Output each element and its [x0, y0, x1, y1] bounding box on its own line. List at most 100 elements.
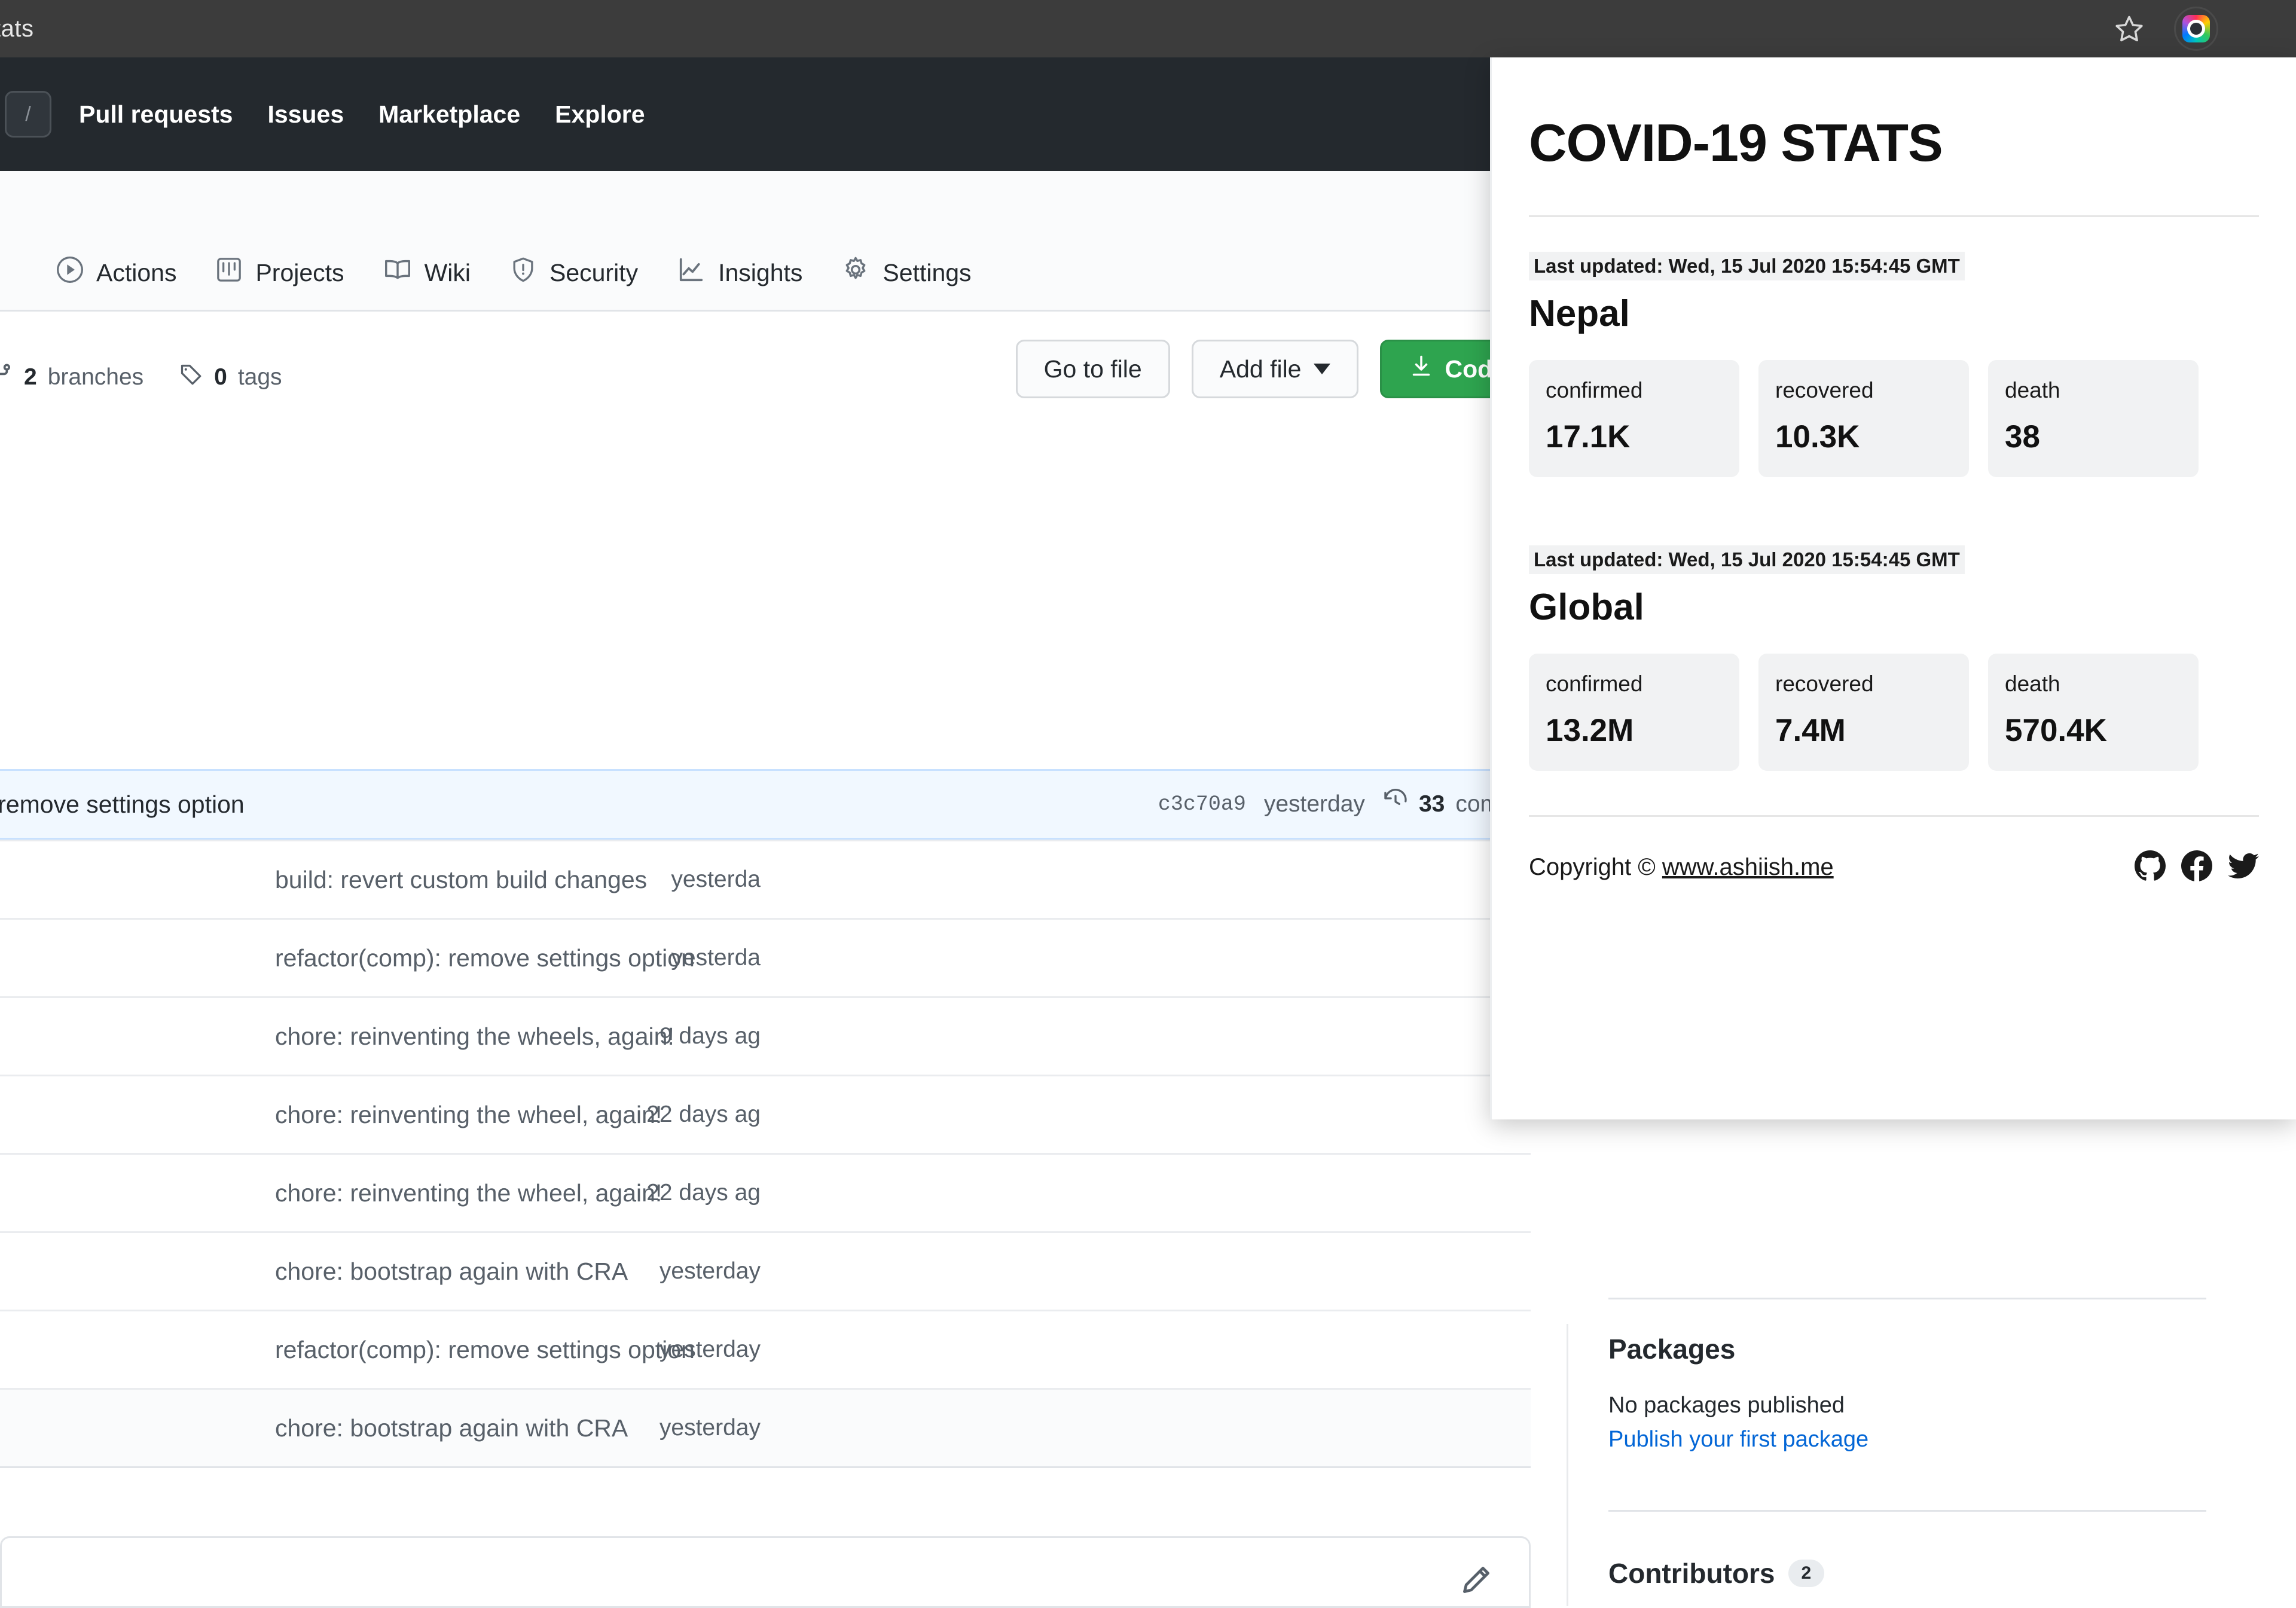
- stat-label: confirmed: [1546, 378, 1643, 402]
- table-row[interactable]: chore: reinventing the wheel, again! 22 …: [0, 1153, 1531, 1231]
- tags-stat[interactable]: 0 tags: [179, 362, 282, 392]
- stat-card-death: death 570.4K: [1988, 654, 2199, 771]
- tab-projects[interactable]: Projects: [216, 257, 344, 289]
- tags-label: tags: [237, 364, 282, 390]
- facebook-icon[interactable]: [2181, 850, 2212, 884]
- add-file-button[interactable]: Add file: [1191, 340, 1358, 398]
- nav-marketplace[interactable]: Marketplace: [378, 100, 520, 129]
- file-commit-message[interactable]: chore: reinventing the wheels, again!: [275, 1023, 674, 1051]
- commit-time: yesterday: [1263, 791, 1365, 817]
- file-commit-message[interactable]: refactor(comp): remove settings option: [275, 1336, 695, 1364]
- download-icon: [1409, 354, 1433, 384]
- colorful-extension-icon[interactable]: [2174, 7, 2218, 51]
- sidebar-divider: [1567, 1324, 1568, 1606]
- history-clock-icon: [1383, 789, 1408, 820]
- copyright-text: Copyright © www.ashiish.me: [1529, 854, 1834, 881]
- global-nav: Pull requests Issues Marketplace Explore: [79, 100, 645, 129]
- file-commit-time: 22 days ag: [646, 1102, 761, 1127]
- tab-settings-label: Settings: [883, 258, 972, 286]
- stat-label: death: [2005, 672, 2060, 696]
- popup-title: COVID-19 STATS: [1529, 113, 1943, 172]
- search-shortcut-badge[interactable]: /: [5, 91, 51, 138]
- file-commit-message[interactable]: chore: reinventing the wheel, again!: [275, 1101, 662, 1129]
- tab-wiki[interactable]: Wiki: [384, 256, 471, 289]
- last-updated-nepal: Last updated: Wed, 15 Jul 2020 15:54:45 …: [1529, 252, 1965, 280]
- divider: [1529, 815, 2259, 817]
- commits-count: 33: [1418, 791, 1445, 817]
- nav-pull-requests[interactable]: Pull requests: [79, 100, 233, 129]
- table-row[interactable]: refactor(comp): remove settings option y…: [0, 1310, 1531, 1388]
- file-commit-time: yesterday: [659, 1258, 761, 1284]
- divider: [1608, 1510, 2206, 1512]
- file-commit-message[interactable]: chore: reinventing the wheel, again!: [275, 1179, 662, 1207]
- packages-heading: Packages: [1608, 1334, 1736, 1365]
- repo-tab-list: Actions Projects Wiki Security Insights …: [57, 256, 972, 289]
- latest-commit-bar: omp): remove settings option c3c70a9 yes…: [0, 769, 1531, 840]
- twitter-icon[interactable]: [2228, 850, 2259, 884]
- book-icon: [384, 256, 411, 289]
- publish-package-link[interactable]: Publish your first package: [1608, 1427, 2206, 1453]
- table-row[interactable]: chore: reinventing the wheels, again! 9 …: [0, 996, 1531, 1075]
- site-link[interactable]: www.ashiish.me: [1662, 854, 1834, 880]
- stat-card-group: confirmed 17.1K recovered 10.3K death 38: [1529, 360, 2259, 477]
- branches-label: branches: [47, 364, 144, 390]
- tab-projects-label: Projects: [255, 258, 344, 286]
- table-row[interactable]: chore: reinventing the wheel, again! 22 …: [0, 1075, 1531, 1153]
- table-row[interactable]: chore: bootstrap again with CRA yesterda…: [0, 1231, 1531, 1310]
- table-row[interactable]: build: revert custom build changes yeste…: [0, 840, 1531, 918]
- browser-menu-icon[interactable]: [2241, 7, 2285, 51]
- stat-value: 7.4M: [1775, 713, 1846, 748]
- file-commit-time: yesterda: [671, 945, 761, 971]
- file-commit-message[interactable]: chore: bootstrap again with CRA: [275, 1258, 628, 1286]
- add-file-label: Add file: [1219, 355, 1302, 383]
- table-row[interactable]: refactor(comp): remove settings option y…: [0, 918, 1531, 996]
- stats-section-global: Last updated: Wed, 15 Jul 2020 15:54:45 …: [1529, 511, 2259, 771]
- stat-label: recovered: [1775, 378, 1874, 402]
- popup-footer: Copyright © www.ashiish.me: [1529, 850, 2259, 884]
- table-row[interactable]: chore: bootstrap again with CRA yesterda…: [0, 1388, 1531, 1466]
- file-commit-message[interactable]: chore: bootstrap again with CRA: [275, 1414, 628, 1442]
- browser-action-group: [2107, 0, 2285, 57]
- nav-issues[interactable]: Issues: [267, 100, 344, 129]
- branches-stat[interactable]: 2 branches: [0, 362, 144, 392]
- stat-value: 38: [2005, 419, 2040, 454]
- tab-settings[interactable]: Settings: [842, 256, 972, 289]
- file-commit-message[interactable]: refactor(comp): remove settings option: [275, 944, 695, 972]
- last-updated-global: Last updated: Wed, 15 Jul 2020 15:54:45 …: [1529, 545, 1965, 574]
- tags-count: 0: [214, 364, 227, 390]
- stat-label: recovered: [1775, 672, 1874, 696]
- gear-icon: [842, 256, 869, 289]
- chevron-down-icon: [1313, 364, 1330, 374]
- file-commit-time: yesterday: [659, 1337, 761, 1362]
- file-list: build: revert custom build changes yeste…: [0, 840, 1531, 1468]
- tab-security-label: Security: [549, 258, 639, 286]
- latest-commit-message[interactable]: omp): remove settings option: [0, 791, 245, 819]
- file-commit-time: 22 days ag: [646, 1180, 761, 1206]
- copyright-prefix: Copyright ©: [1529, 854, 1662, 880]
- nav-explore[interactable]: Explore: [555, 100, 645, 129]
- github-icon[interactable]: [2135, 850, 2166, 884]
- browser-toolbar: tats: [0, 0, 2296, 57]
- file-commit-message[interactable]: build: revert custom build changes: [275, 866, 647, 894]
- file-commit-time: 9 days ag: [659, 1023, 761, 1049]
- contributors-count-badge: 2: [1788, 1560, 1825, 1587]
- tab-actions[interactable]: Actions: [57, 257, 176, 289]
- pencil-icon[interactable]: [1460, 1564, 1492, 1600]
- divider: [1608, 1298, 2206, 1299]
- tab-wiki-label: Wiki: [424, 258, 471, 286]
- file-commit-time: yesterday: [659, 1415, 761, 1441]
- browser-tab-title: tats: [0, 15, 34, 42]
- repo-sidebar: Packages No packages published Publish y…: [1608, 1298, 2206, 1589]
- tab-insights[interactable]: Insights: [677, 256, 802, 289]
- tab-security[interactable]: Security: [510, 257, 638, 289]
- tag-icon: [179, 362, 203, 392]
- stat-value: 17.1K: [1546, 419, 1631, 454]
- commit-sha[interactable]: c3c70a9: [1158, 792, 1246, 816]
- graph-icon: [677, 256, 705, 289]
- go-to-file-button[interactable]: Go to file: [1015, 340, 1170, 398]
- stat-value: 10.3K: [1775, 419, 1860, 454]
- contributors-label: Contributors: [1608, 1558, 1775, 1589]
- stat-card-recovered: recovered 7.4M: [1758, 654, 1969, 771]
- repo-action-buttons: Go to file Add file Code: [1015, 340, 1535, 398]
- bookmark-star-icon[interactable]: [2107, 7, 2151, 51]
